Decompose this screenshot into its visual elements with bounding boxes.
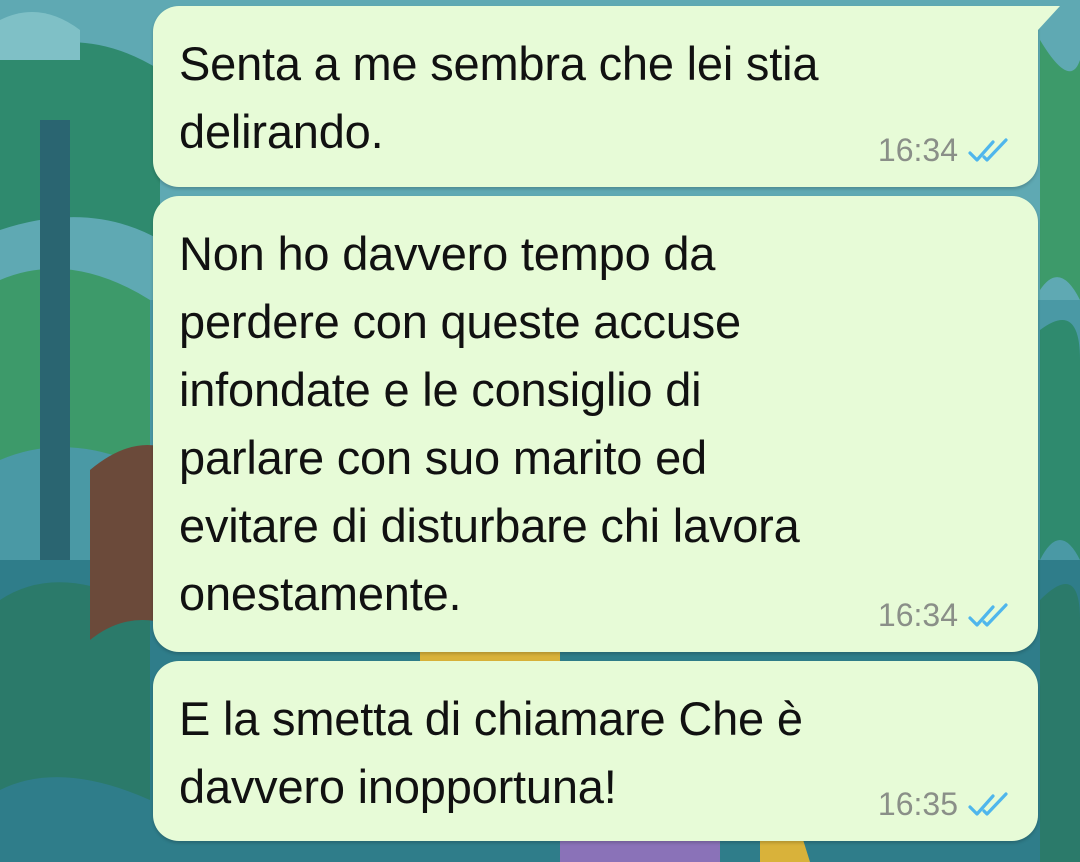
message-time: 16:34 (877, 597, 958, 633)
message-meta: 16:35 (878, 786, 1012, 823)
message-time: 16:34 (877, 132, 958, 168)
message-time: 16:35 (877, 786, 958, 822)
message-bubble[interactable]: E la smetta di chiamare Che è davvero in… (153, 661, 1038, 841)
message-text: Non ho davvero tempo da perdere con ques… (179, 227, 800, 620)
message-bubble[interactable]: Senta a me sembra che lei stia delirando… (153, 6, 1060, 187)
bubble-tail (1038, 6, 1060, 30)
message-meta: 16:34 (878, 132, 1012, 169)
message-text: Senta a me sembra che lei stia delirando… (179, 37, 819, 158)
message-text: E la smetta di chiamare Che è davvero in… (179, 692, 803, 813)
message-meta: 16:34 (878, 597, 1012, 634)
message-bubble[interactable]: Non ho davvero tempo da perdere con ques… (153, 196, 1038, 652)
double-check-icon (968, 791, 1008, 816)
double-check-icon (968, 137, 1008, 162)
double-check-icon (968, 602, 1008, 627)
